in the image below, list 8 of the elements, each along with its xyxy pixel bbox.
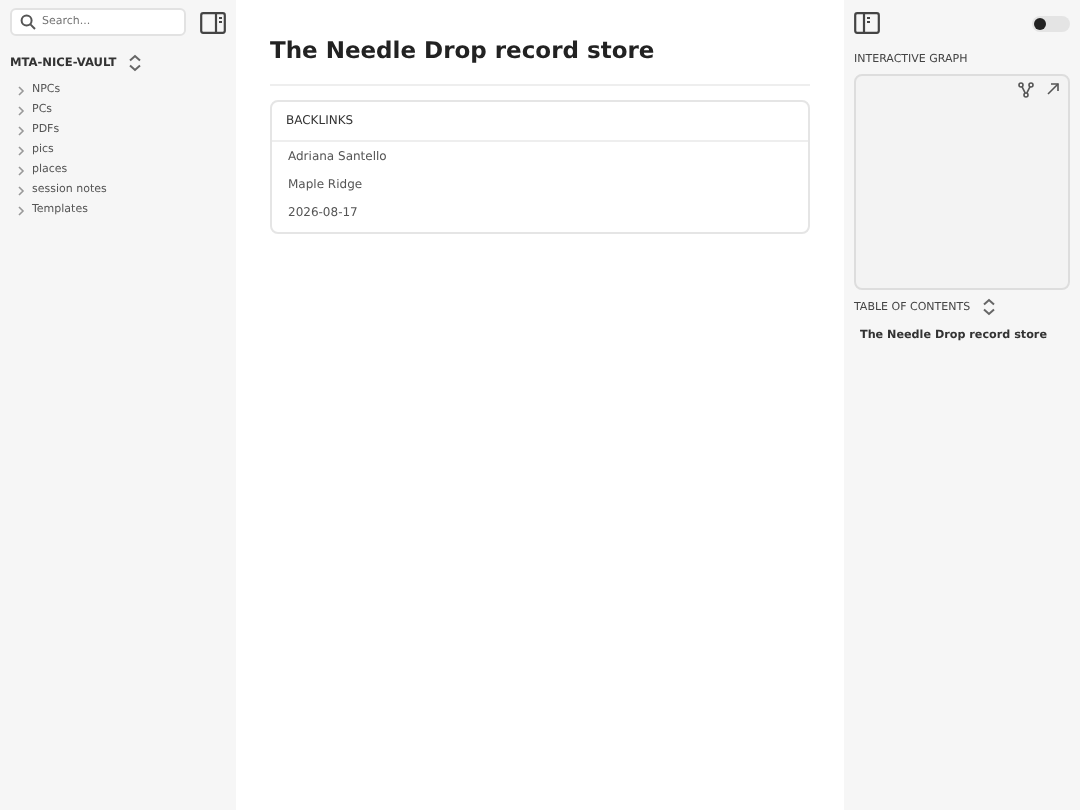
expand-icon[interactable] (1046, 82, 1060, 96)
sidebar-toggle-icon[interactable] (200, 11, 226, 33)
note-title: The Needle Drop record store (270, 36, 657, 64)
graph-icon[interactable] (1018, 82, 1034, 98)
sidebar-toggle-icon[interactable] (854, 12, 880, 34)
sort-icon[interactable] (982, 298, 997, 316)
sort-icon[interactable] (128, 54, 143, 72)
theme-toggle[interactable] (1032, 15, 1070, 31)
